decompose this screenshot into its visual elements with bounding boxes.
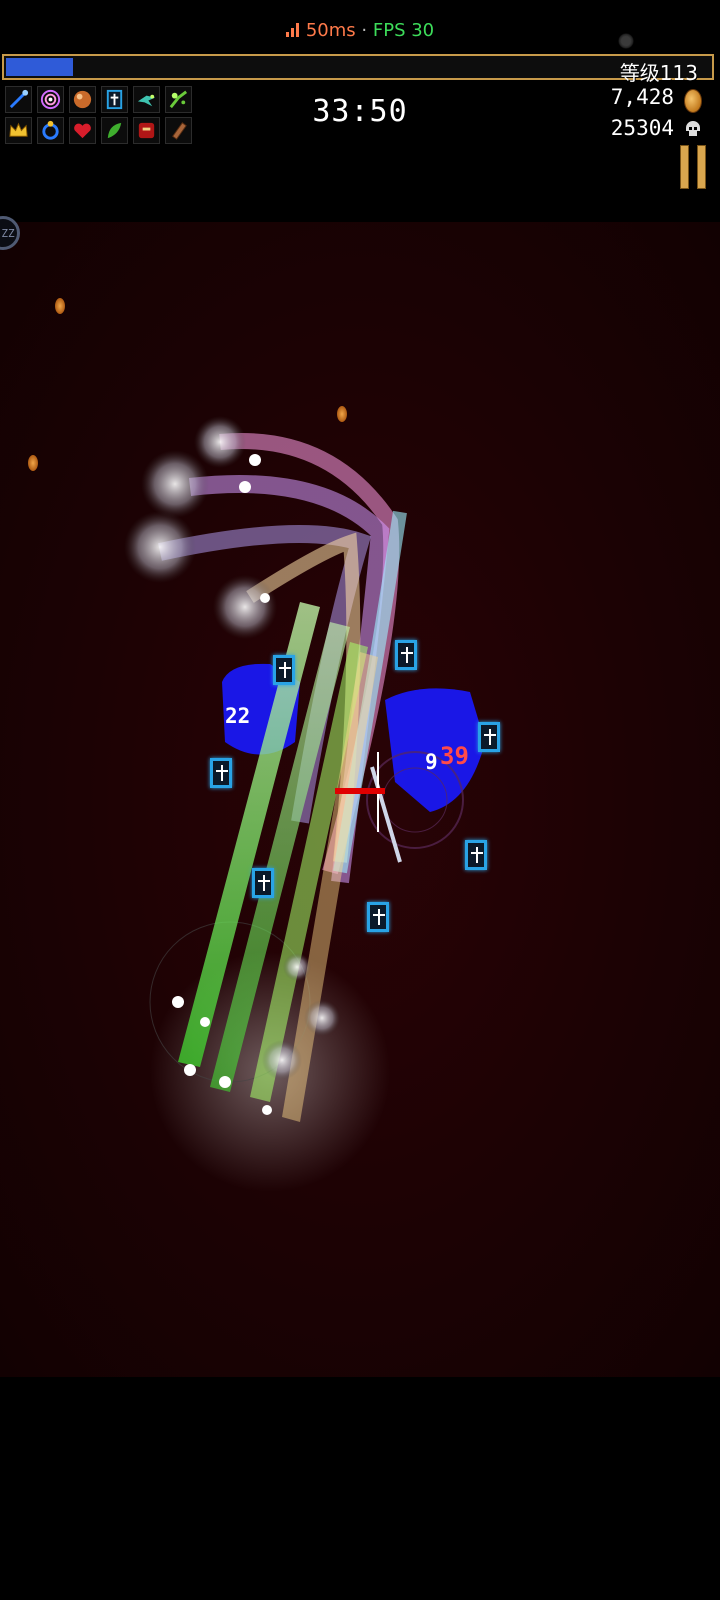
status-separator: · — [361, 20, 368, 41]
level-label: 等级113 — [619, 61, 698, 85]
gear-icon — [618, 33, 634, 49]
gold-coin-pickup — [55, 298, 65, 314]
king-bible-projectile — [395, 640, 417, 670]
game-arena: 22 9 39 — [0, 222, 720, 1377]
king-bible-projectile — [465, 840, 487, 870]
damage-number: 22 — [225, 704, 251, 728]
king-bible-projectile — [252, 868, 274, 898]
king-bible-projectile — [367, 902, 389, 932]
coin-icon — [684, 89, 702, 113]
pause-button[interactable] — [680, 145, 706, 189]
player-health-bar — [335, 788, 385, 794]
kill-counter: 25304 — [610, 116, 674, 140]
sleep-toggle-label: ZZ — [1, 226, 15, 240]
experience-fill — [6, 58, 73, 76]
king-bible-projectile — [273, 655, 295, 685]
king-bible-projectile — [210, 758, 232, 788]
ping-readout: 50ms — [305, 20, 356, 41]
spell-effects — [124, 416, 485, 1192]
network-status: 50ms · FPS 30 — [0, 20, 720, 41]
experience-bar: 等级113 — [2, 54, 714, 85]
gold-counter: 7,428 — [610, 85, 674, 109]
king-bible-projectile — [478, 722, 500, 752]
gold-coin-pickup — [28, 455, 38, 471]
gold-coin-pickup — [337, 406, 347, 422]
signal-icon — [285, 23, 300, 37]
fps-readout: FPS 30 — [372, 20, 435, 41]
damage-number: 39 — [440, 742, 469, 770]
damage-number: 9 — [425, 750, 438, 774]
skull-icon — [686, 121, 700, 136]
